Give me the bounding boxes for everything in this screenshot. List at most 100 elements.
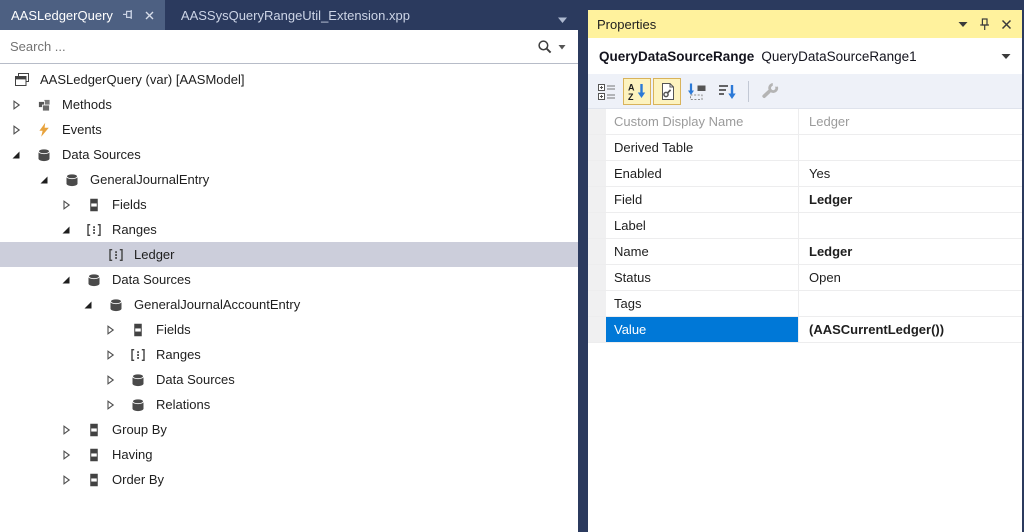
tree-item-label: Data Sources — [156, 372, 235, 387]
tree-item-data-sources[interactable]: Data Sources — [0, 267, 578, 292]
tree-item-label: Methods — [62, 97, 112, 112]
properties-title-bar[interactable]: Properties — [588, 10, 1022, 38]
expander-collapsed-icon[interactable] — [58, 447, 74, 463]
expander-collapsed-icon[interactable] — [102, 372, 118, 388]
expander-expanded-icon[interactable] — [8, 147, 24, 163]
property-label[interactable]: Value — [606, 317, 798, 342]
tab-aasledgerquery[interactable]: AASLedgerQuery — [0, 0, 165, 30]
tree-item-label: Ledger — [134, 247, 175, 262]
tree-item-ranges[interactable]: Ranges — [0, 342, 578, 367]
property-pages-button[interactable] — [653, 77, 681, 105]
tree-item-label: GeneralJournalAccountEntry — [134, 297, 301, 312]
tree-item-generaljournalaccountentry[interactable]: GeneralJournalAccountEntry — [0, 292, 578, 317]
properties-toolbar: AZ — [588, 74, 1022, 109]
tree-item-generaljournalentry[interactable]: GeneralJournalEntry — [0, 167, 578, 192]
expander-expanded-icon[interactable] — [58, 222, 74, 238]
tree-item-label: Relations — [156, 397, 211, 412]
expander-collapsed-icon[interactable] — [102, 397, 118, 413]
application-window: AASLedgerQuery AASSysQueryRangeUtil_Exte… — [0, 0, 1024, 532]
expander-expanded-icon[interactable] — [80, 297, 96, 313]
tree-item-relations[interactable]: Relations — [0, 392, 578, 417]
tree-item-fields[interactable]: Fields — [0, 192, 578, 217]
tree-item-label: Order By — [112, 472, 165, 487]
search-options-dropdown-icon[interactable] — [558, 44, 566, 50]
expander-collapsed-icon[interactable] — [8, 97, 24, 113]
property-label[interactable]: Derived Table — [606, 135, 798, 160]
property-row-label[interactable]: Label — [588, 213, 1022, 239]
tab-aassysqueryrangeutil[interactable]: AASSysQueryRangeUtil_Extension.xpp — [165, 0, 426, 30]
events-icon — [36, 122, 52, 138]
tree-item-having[interactable]: Having — [0, 442, 578, 467]
tree-item-label: GeneralJournalEntry — [90, 172, 210, 187]
alphabetical-button[interactable]: AZ — [623, 77, 651, 105]
expander-expanded-icon[interactable] — [36, 172, 52, 188]
property-row-field[interactable]: Field Ledger — [588, 187, 1022, 213]
expander-collapsed-icon[interactable] — [58, 472, 74, 488]
property-label[interactable]: Field — [606, 187, 798, 212]
property-value[interactable] — [798, 135, 1022, 160]
sort-descending-button[interactable] — [713, 78, 741, 105]
pin-icon[interactable] — [121, 8, 135, 22]
fields-icon — [86, 197, 102, 213]
close-icon[interactable] — [143, 9, 156, 22]
property-row-custom-display-name[interactable]: Custom Display Name Ledger — [588, 109, 1022, 135]
property-value[interactable]: Yes — [798, 161, 1022, 186]
document-panel: AASLedgerQuery AASSysQueryRangeUtil_Exte… — [0, 0, 578, 532]
chevron-down-icon[interactable] — [1001, 52, 1011, 60]
fields-icon — [86, 422, 102, 438]
expander-expanded-icon[interactable] — [58, 272, 74, 288]
window-position-dropdown-icon[interactable] — [953, 15, 972, 34]
expander-collapsed-icon[interactable] — [58, 197, 74, 213]
pin-icon[interactable] — [975, 15, 994, 34]
property-row-status[interactable]: Status Open — [588, 265, 1022, 291]
property-value[interactable]: Ledger — [798, 109, 1022, 134]
tree-item-aasledgerquery-var-aasmodel[interactable]: AASLedgerQuery (var) [AASModel] — [0, 67, 578, 92]
tree-item-order-by[interactable]: Order By — [0, 467, 578, 492]
property-label[interactable]: Status — [606, 265, 798, 290]
object-type-label: QueryDataSourceRange — [599, 48, 755, 64]
document-tab-strip: AASLedgerQuery AASSysQueryRangeUtil_Exte… — [0, 0, 578, 30]
property-value[interactable]: Open — [798, 265, 1022, 290]
property-value[interactable] — [798, 213, 1022, 238]
search-input[interactable] — [0, 39, 537, 54]
expander-collapsed-icon[interactable] — [102, 347, 118, 363]
expander-collapsed-icon[interactable] — [102, 322, 118, 338]
tree-item-events[interactable]: Events — [0, 117, 578, 142]
tree-item-ledger[interactable]: Ledger — [0, 242, 578, 267]
ranges-icon — [86, 222, 102, 238]
fields-icon — [86, 447, 102, 463]
categorized-button[interactable] — [593, 78, 621, 105]
property-label[interactable]: Label — [606, 213, 798, 238]
property-row-enabled[interactable]: Enabled Yes — [588, 161, 1022, 187]
set-value-button[interactable] — [683, 78, 711, 105]
property-value[interactable]: (AASCurrentLedger()) — [798, 317, 1022, 342]
tree-item-label: Ranges — [112, 222, 157, 237]
expander-collapsed-icon[interactable] — [8, 122, 24, 138]
property-label[interactable]: Tags — [606, 291, 798, 316]
property-label[interactable]: Custom Display Name — [606, 109, 798, 134]
tree-item-data-sources[interactable]: Data Sources — [0, 142, 578, 167]
tree-item-fields[interactable]: Fields — [0, 317, 578, 342]
search-icon[interactable] — [537, 39, 553, 55]
property-label[interactable]: Enabled — [606, 161, 798, 186]
object-selector[interactable]: QueryDataSourceRange QueryDataSourceRang… — [588, 38, 1022, 74]
property-row-derived-table[interactable]: Derived Table — [588, 135, 1022, 161]
property-row-value[interactable]: Value (AASCurrentLedger()) — [588, 317, 1022, 343]
row-indent-strip — [588, 291, 606, 316]
property-label[interactable]: Name — [606, 239, 798, 264]
expander-collapsed-icon[interactable] — [58, 422, 74, 438]
tree-item-data-sources[interactable]: Data Sources — [0, 367, 578, 392]
property-value[interactable] — [798, 291, 1022, 316]
ranges-icon — [130, 347, 146, 363]
tree-item-ranges[interactable]: Ranges — [0, 217, 578, 242]
close-icon[interactable] — [997, 15, 1016, 34]
property-row-name[interactable]: Name Ledger — [588, 239, 1022, 265]
tab-list-dropdown-icon[interactable] — [558, 11, 568, 23]
tree-item-methods[interactable]: Methods — [0, 92, 578, 117]
tree-item-label: Having — [112, 447, 153, 462]
property-value[interactable]: Ledger — [798, 239, 1022, 264]
property-value[interactable]: Ledger — [798, 187, 1022, 212]
tree-item-group-by[interactable]: Group By — [0, 417, 578, 442]
property-row-tags[interactable]: Tags — [588, 291, 1022, 317]
ranges-icon — [108, 247, 124, 263]
